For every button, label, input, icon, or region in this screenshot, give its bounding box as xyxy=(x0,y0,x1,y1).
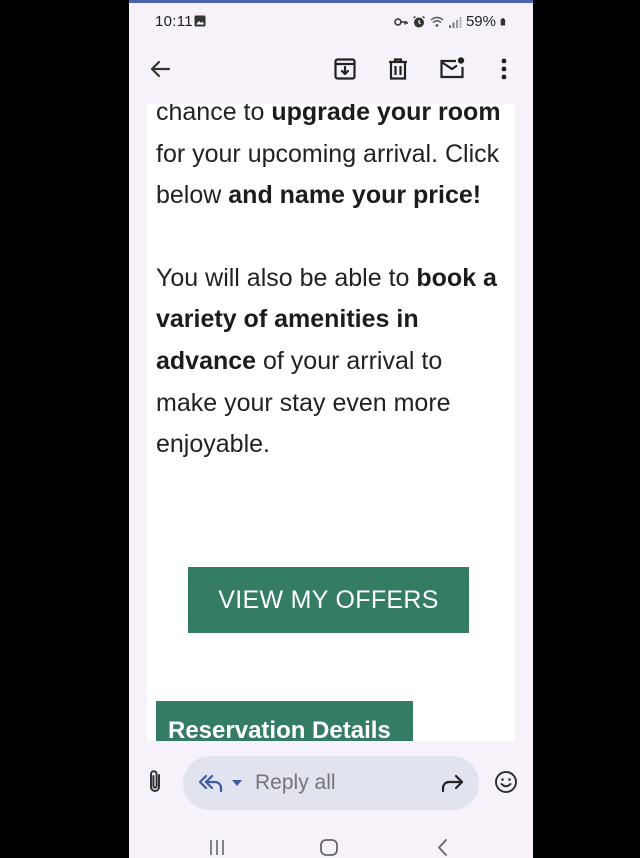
status-icons: 59% xyxy=(394,13,509,30)
signal-icon xyxy=(448,16,462,28)
reply-all-icon[interactable] xyxy=(197,772,223,794)
image-icon xyxy=(194,15,206,27)
wifi-icon xyxy=(430,16,444,27)
back-arrow-icon[interactable] xyxy=(145,54,175,84)
mark-unread-icon[interactable] xyxy=(437,54,467,84)
attachment-icon[interactable] xyxy=(143,769,167,795)
emoji-icon[interactable] xyxy=(494,770,518,794)
archive-icon[interactable] xyxy=(330,54,360,84)
view-offers-button[interactable]: VIEW MY OFFERS xyxy=(188,567,469,633)
bold-segment: and name your price! xyxy=(228,181,482,210)
text-segment: chance to xyxy=(156,104,272,126)
app-bar xyxy=(129,40,533,102)
text-segment: You will also be able to xyxy=(156,263,417,292)
reservation-details-header: Reservation Details xyxy=(156,701,413,741)
paragraph-amenities: You will also be able to book a variety … xyxy=(156,258,508,466)
battery-icon xyxy=(500,17,506,26)
email-body: chance to upgrade your room for your upc… xyxy=(147,104,515,741)
reply-pill xyxy=(183,756,479,810)
alarm-icon xyxy=(413,15,425,27)
battery-percent: 59% xyxy=(465,13,496,30)
paragraph-upgrade: chance to upgrade your room for your upc… xyxy=(156,104,508,217)
key-icon xyxy=(394,17,408,26)
bold-segment: upgrade your room xyxy=(271,104,501,126)
status-time: 10:11 xyxy=(155,13,193,30)
phone-screen: 10:11 59% chance to upgrade your room fo… xyxy=(129,0,533,858)
delete-icon[interactable] xyxy=(383,54,413,84)
more-vert-icon[interactable] xyxy=(489,54,519,84)
email-text: chance to upgrade your room for your upc… xyxy=(156,104,508,466)
chevron-down-icon[interactable] xyxy=(231,778,243,788)
home-icon[interactable] xyxy=(317,837,341,857)
forward-icon[interactable] xyxy=(439,772,465,794)
recents-icon[interactable] xyxy=(205,837,229,857)
reply-bar xyxy=(129,741,533,823)
system-nav-bar xyxy=(129,823,533,858)
reply-input[interactable] xyxy=(255,771,405,795)
back-nav-icon[interactable] xyxy=(431,837,455,857)
status-bar: 10:11 59% xyxy=(129,3,533,39)
